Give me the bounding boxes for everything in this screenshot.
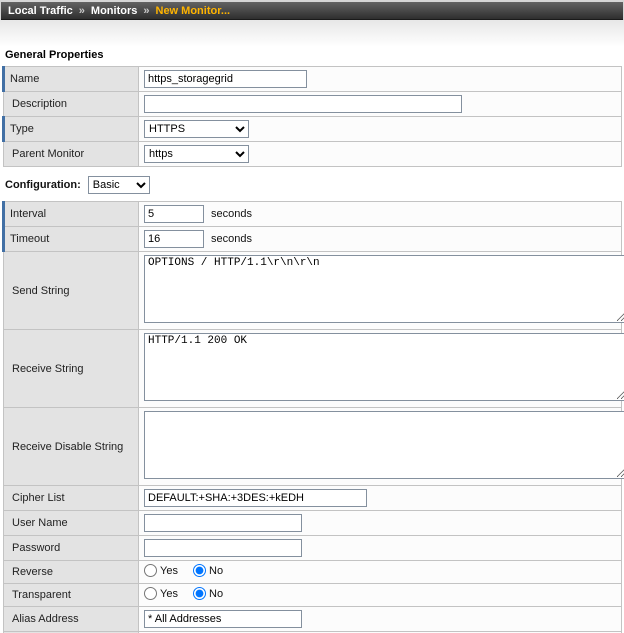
- configuration-mode-select[interactable]: Basic: [88, 176, 150, 194]
- reverse-yes-radio[interactable]: [144, 564, 157, 577]
- cipher-list-input[interactable]: [144, 489, 367, 507]
- timeout-row: Timeout seconds: [4, 227, 622, 252]
- transparent-yes-label: Yes: [160, 588, 178, 600]
- general-properties-table: Name Description Type HTTPS: [2, 66, 622, 167]
- cipher-list-label: Cipher List: [4, 486, 139, 511]
- description-label: Description: [4, 92, 139, 117]
- name-label: Name: [4, 67, 139, 92]
- password-label: Password: [4, 536, 139, 561]
- password-value-cell: [139, 536, 622, 561]
- receive-string-textarea[interactable]: HTTP/1.1 200 OK: [144, 333, 624, 401]
- description-input[interactable]: [144, 95, 462, 113]
- parent-monitor-value-cell: https: [139, 142, 622, 167]
- reverse-row: Reverse Yes No: [4, 561, 622, 584]
- send-string-label: Send String: [4, 252, 139, 330]
- configuration-header: Configuration: Basic: [0, 167, 624, 201]
- monitor-new-page: Local Traffic » Monitors » New Monitor..…: [0, 0, 624, 633]
- type-label: Type: [4, 117, 139, 142]
- transparent-row: Transparent Yes No: [4, 584, 622, 607]
- receive-disable-string-label: Receive Disable String: [4, 408, 139, 486]
- content-top-spacer: [0, 20, 624, 47]
- type-select[interactable]: HTTPS: [144, 120, 249, 138]
- transparent-label: Transparent: [4, 584, 139, 607]
- user-name-value-cell: [139, 511, 622, 536]
- description-row: Description: [4, 92, 622, 117]
- user-name-label: User Name: [4, 511, 139, 536]
- reverse-no-option[interactable]: No: [193, 564, 223, 577]
- name-input[interactable]: [144, 70, 307, 88]
- configuration-table: Interval seconds Timeout seconds Send St…: [2, 201, 622, 633]
- transparent-yes-option[interactable]: Yes: [144, 587, 178, 600]
- breadcrumb-monitors[interactable]: Monitors: [91, 5, 137, 17]
- interval-input[interactable]: [144, 205, 204, 223]
- cipher-list-row: Cipher List: [4, 486, 622, 511]
- password-input[interactable]: [144, 539, 302, 557]
- reverse-no-radio[interactable]: [193, 564, 206, 577]
- send-string-value-cell: OPTIONS / HTTP/1.1\r\n\r\n: [139, 252, 622, 330]
- transparent-no-label: No: [209, 588, 223, 600]
- interval-value-cell: seconds: [139, 202, 622, 227]
- receive-disable-string-value-cell: [139, 408, 622, 486]
- interval-row: Interval seconds: [4, 202, 622, 227]
- receive-string-row: Receive String HTTP/1.1 200 OK: [4, 330, 622, 408]
- description-value-cell: [139, 92, 622, 117]
- alias-address-value-cell: [139, 607, 622, 632]
- name-row: Name: [4, 67, 622, 92]
- interval-unit-label: seconds: [211, 208, 252, 220]
- user-name-row: User Name: [4, 511, 622, 536]
- transparent-no-radio[interactable]: [193, 587, 206, 600]
- reverse-yes-option[interactable]: Yes: [144, 564, 178, 577]
- interval-label: Interval: [4, 202, 139, 227]
- transparent-yes-radio[interactable]: [144, 587, 157, 600]
- parent-monitor-row: Parent Monitor https: [4, 142, 622, 167]
- receive-disable-string-textarea[interactable]: [144, 411, 624, 479]
- reverse-label: Reverse: [4, 561, 139, 584]
- receive-disable-string-row: Receive Disable String: [4, 408, 622, 486]
- reverse-yes-label: Yes: [160, 565, 178, 577]
- user-name-input[interactable]: [144, 514, 302, 532]
- password-row: Password: [4, 536, 622, 561]
- type-row: Type HTTPS: [4, 117, 622, 142]
- reverse-value-cell: Yes No: [139, 561, 622, 584]
- timeout-input[interactable]: [144, 230, 204, 248]
- timeout-unit-label: seconds: [211, 233, 252, 245]
- timeout-value-cell: seconds: [139, 227, 622, 252]
- general-properties-title: General Properties: [0, 47, 624, 66]
- configuration-label: Configuration:: [5, 179, 81, 191]
- breadcrumb-separator-icon: »: [143, 5, 149, 17]
- send-string-textarea[interactable]: OPTIONS / HTTP/1.1\r\n\r\n: [144, 255, 624, 323]
- type-value-cell: HTTPS: [139, 117, 622, 142]
- transparent-value-cell: Yes No: [139, 584, 622, 607]
- timeout-label: Timeout: [4, 227, 139, 252]
- main-content: General Properties Name Description Type: [0, 20, 624, 633]
- parent-monitor-select[interactable]: https: [144, 145, 249, 163]
- send-string-row: Send String OPTIONS / HTTP/1.1\r\n\r\n: [4, 252, 622, 330]
- alias-address-input[interactable]: [144, 610, 302, 628]
- breadcrumb: Local Traffic » Monitors » New Monitor..…: [1, 2, 623, 20]
- transparent-no-option[interactable]: No: [193, 587, 223, 600]
- alias-address-row: Alias Address: [4, 607, 622, 632]
- receive-string-value-cell: HTTP/1.1 200 OK: [139, 330, 622, 408]
- name-value-cell: [139, 67, 622, 92]
- breadcrumb-local-traffic[interactable]: Local Traffic: [8, 5, 73, 17]
- alias-address-label: Alias Address: [4, 607, 139, 632]
- reverse-no-label: No: [209, 565, 223, 577]
- parent-monitor-label: Parent Monitor: [4, 142, 139, 167]
- receive-string-label: Receive String: [4, 330, 139, 408]
- breadcrumb-separator-icon: »: [79, 5, 85, 17]
- breadcrumb-new-monitor: New Monitor...: [156, 5, 231, 17]
- cipher-list-value-cell: [139, 486, 622, 511]
